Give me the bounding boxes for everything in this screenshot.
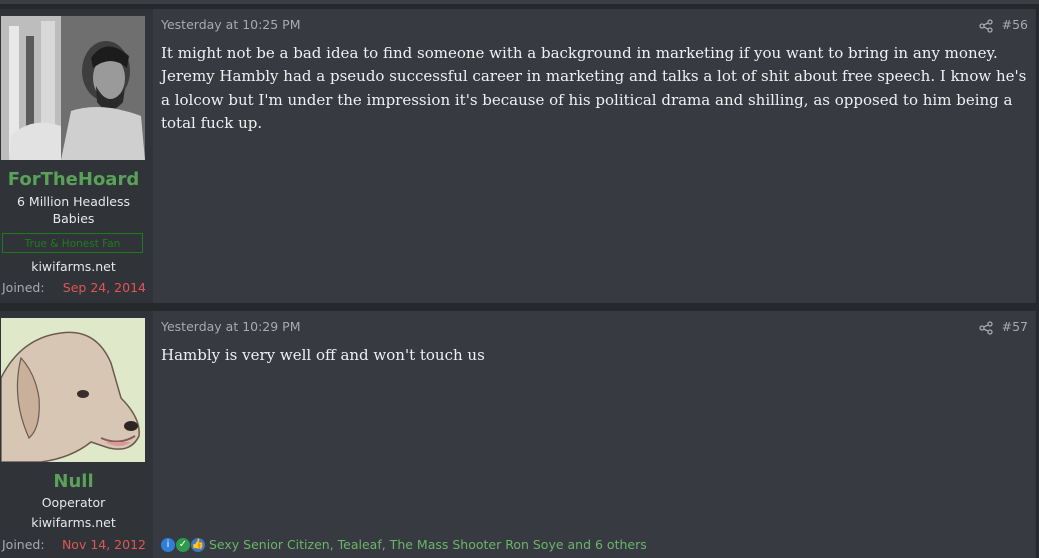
share-icon[interactable]: [979, 320, 993, 335]
user-sidebar: Null Ooperator kiwifarms.net Joined: Nov…: [0, 311, 153, 558]
username[interactable]: ForTheHoard: [0, 169, 147, 190]
joined-date: Sep 24, 2014: [62, 280, 146, 295]
user-title: Ooperator: [41, 495, 106, 510]
post-content: Yesterday at 10:25 PM #56 It might not b…: [153, 9, 1036, 303]
top-border: [0, 0, 1039, 4]
user-site: kiwifarms.net: [31, 515, 116, 530]
post-number[interactable]: #57: [1002, 319, 1028, 334]
post: ForTheHoard 6 Million Headless Babies Tr…: [0, 9, 1036, 303]
user-sidebar: ForTheHoard 6 Million Headless Babies Tr…: [0, 9, 153, 303]
user-title: 6 Million Headless Babies: [16, 194, 131, 226]
post-body: It might not be a bad idea to find someo…: [161, 44, 1027, 132]
joined-label: Joined:: [2, 280, 45, 295]
post-body: Hambly is very well off and won't touch …: [161, 346, 485, 364]
post-content: Yesterday at 10:29 PM #57 Hambly is very…: [153, 311, 1036, 558]
post-date[interactable]: Yesterday at 10:29 PM: [161, 319, 301, 334]
username[interactable]: Null: [0, 471, 147, 492]
avatar[interactable]: [1, 16, 145, 160]
joined-date: Nov 14, 2012: [61, 537, 146, 552]
like-icon: 👍: [191, 537, 205, 552]
avatar[interactable]: [1, 318, 145, 462]
share-icon[interactable]: [979, 18, 993, 33]
joined-label: Joined:: [2, 537, 45, 552]
user-banner: True & Honest Fan: [2, 233, 143, 253]
agree-icon: ✓: [176, 537, 190, 552]
post-date[interactable]: Yesterday at 10:25 PM: [161, 17, 301, 32]
post: Null Ooperator kiwifarms.net Joined: Nov…: [0, 311, 1036, 558]
reactions-bar[interactable]: i ✓ 👍 Sexy Senior Citizen, Tealeaf, The …: [161, 537, 647, 552]
reactions-list[interactable]: Sexy Senior Citizen, Tealeaf, The Mass S…: [209, 537, 647, 552]
user-site: kiwifarms.net: [31, 259, 116, 274]
post-number[interactable]: #56: [1002, 17, 1028, 32]
informative-icon: i: [161, 537, 175, 552]
